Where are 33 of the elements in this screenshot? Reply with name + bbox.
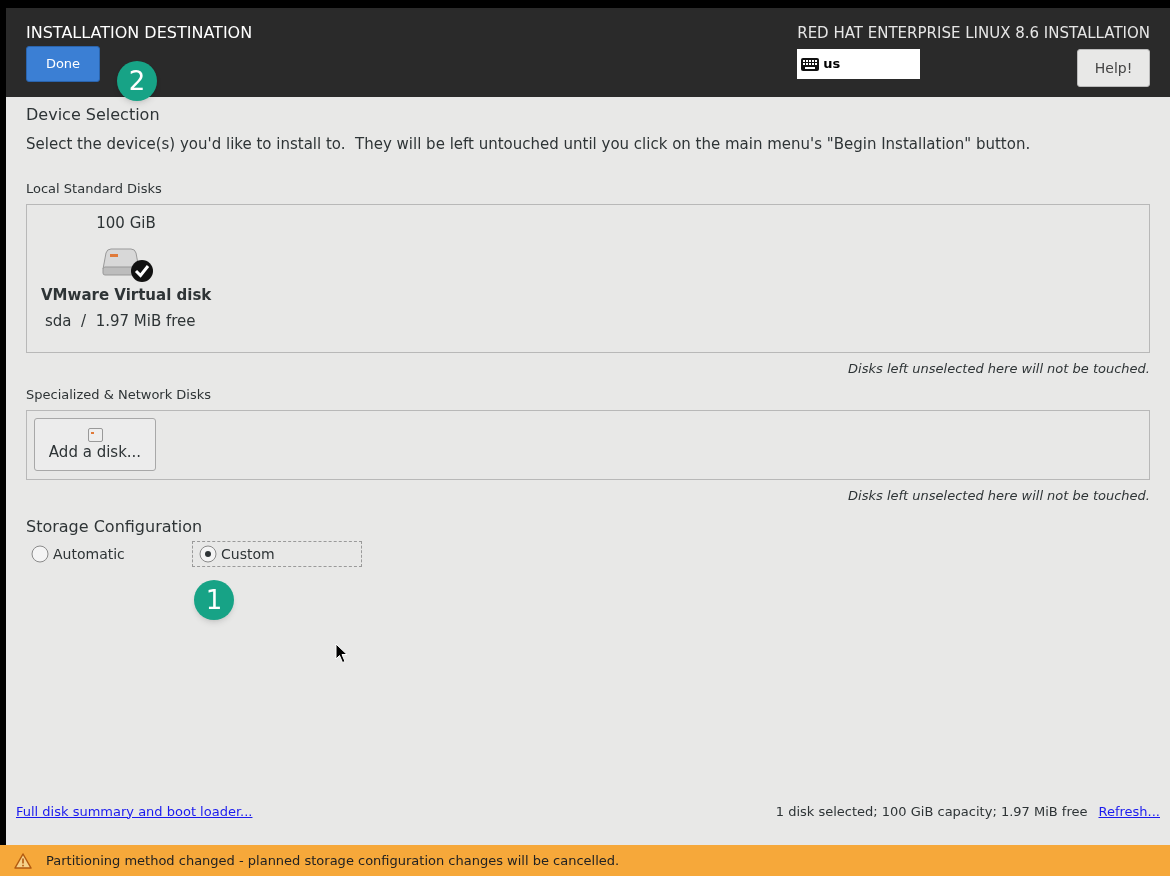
note-text: Disks left unselected here will not be touched.: [848, 361, 1150, 377]
disk-details: sda / 1.97 MiB free: [45, 311, 196, 331]
disk-summary-link[interactable]: Full disk summary and boot loader...: [16, 801, 253, 821]
radio-option[interactable]: Automatic: [26, 541, 192, 567]
callout-badge: 1: [194, 580, 234, 620]
radio-option[interactable]: Custom: [192, 541, 362, 567]
section-label: Local Standard Disks: [26, 181, 163, 197]
description-text: Select the device(s) you'd like to install to. They will be left untouched until you click on the main menu's "Begin Installation" button.: [26, 134, 1032, 154]
keyboard-layout-value: us: [823, 55, 841, 74]
section-label: Specialized & Network Disks: [26, 387, 213, 403]
radio-label: Custom: [221, 544, 275, 564]
disk-name: VMware Virtual disk: [41, 285, 212, 305]
selection-status-text: 1 disk selected; 100 GiB capacity; 1.97 MiB free: [775, 802, 1088, 821]
note-text: Disks left unselected here will not be touched.: [848, 488, 1150, 504]
keyboard-icon: [801, 57, 820, 71]
refresh-link[interactable]: Refresh...: [1098, 801, 1160, 821]
section-title: Storage Configuration: [26, 517, 204, 537]
callout-badge: 2: [117, 61, 157, 101]
warning-icon: [14, 852, 32, 869]
disk-tile[interactable]: 100 GiB VMware Virtual disk sda / 1.97 MiB free: [33, 213, 233, 352]
disk-size: 100 GiB: [96, 213, 156, 233]
section-title: Device Selection: [26, 105, 161, 125]
product-title: RED HAT ENTERPRISE LINUX 8.6 INSTALLATION: [797, 23, 1150, 43]
help-button[interactable]: Help!: [1077, 49, 1150, 87]
keyboard-layout-field[interactable]: us: [797, 49, 921, 79]
add-disk-button[interactable]: Add a disk...: [34, 418, 156, 471]
warning-message: Partitioning method changed - planned storage configuration changes will be cancelled.: [46, 851, 620, 870]
radio-label: Automatic: [53, 544, 125, 564]
screen-title: INSTALLATION DESTINATION: [26, 23, 253, 43]
done-button[interactable]: Done: [26, 46, 100, 82]
mouse-pointer-icon: [335, 643, 348, 664]
radio-button[interactable]: [31, 545, 49, 563]
radio-button[interactable]: [199, 545, 217, 563]
